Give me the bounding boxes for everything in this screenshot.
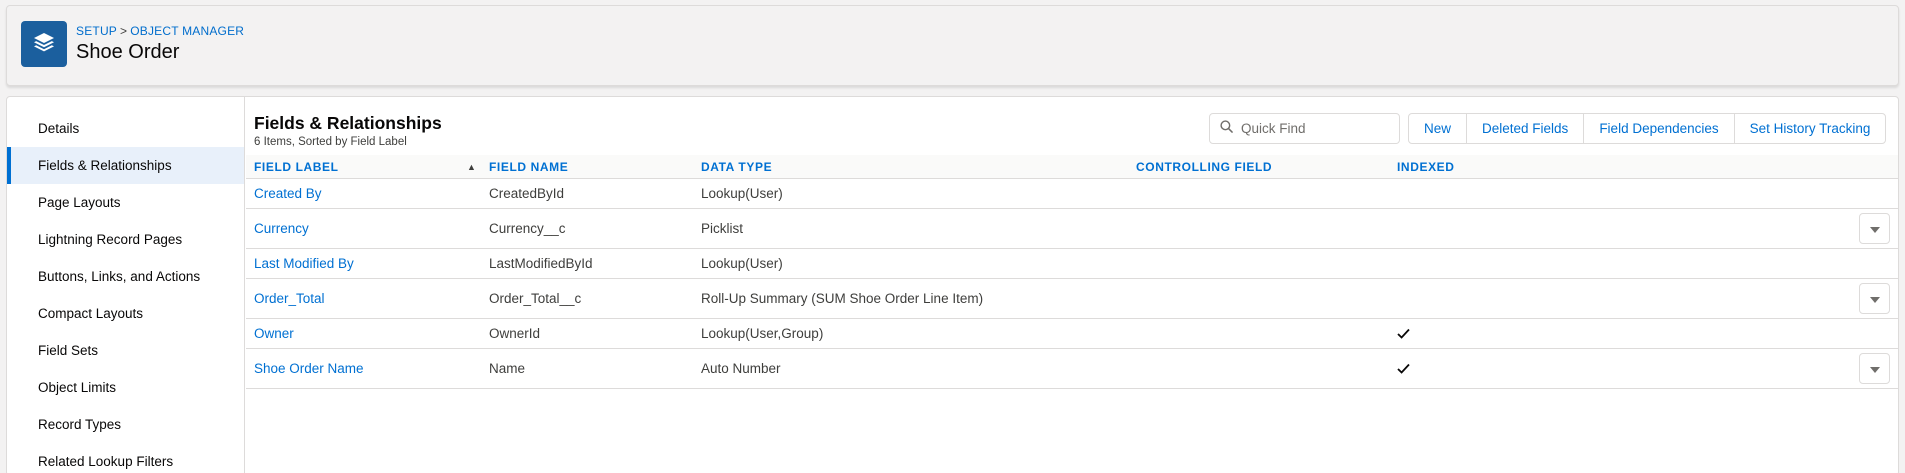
breadcrumb: SETUP > OBJECT MANAGER	[76, 24, 244, 38]
sidebar-item-lightning-record-pages[interactable]: Lightning Record Pages	[7, 221, 244, 258]
action-button-group: New Deleted Fields Field Dependencies Se…	[1408, 113, 1887, 144]
sidebar-item-details[interactable]: Details	[7, 110, 244, 147]
breadcrumb-separator: >	[120, 24, 128, 38]
field-label-link[interactable]: Owner	[254, 319, 294, 348]
chevron-down-icon	[1869, 220, 1880, 238]
sidebar-item-page-layouts[interactable]: Page Layouts	[7, 184, 244, 221]
indexed-check-icon	[1397, 349, 1410, 388]
field-name-cell: CreatedById	[489, 186, 565, 201]
row-actions-button[interactable]	[1859, 213, 1890, 244]
layers-icon	[32, 30, 56, 59]
fields-table: FIELD LABEL ▲ FIELD NAME DATA TYPE CONTR…	[246, 155, 1898, 389]
sidebar-item-record-types[interactable]: Record Types	[7, 406, 244, 443]
table-row: Last Modified By LastModifiedById Lookup…	[246, 249, 1898, 279]
sidebar-item-fields-relationships[interactable]: Fields & Relationships	[7, 147, 244, 184]
sidebar-item-buttons-links-actions[interactable]: Buttons, Links, and Actions	[7, 258, 244, 295]
deleted-fields-button[interactable]: Deleted Fields	[1466, 114, 1583, 143]
search-icon	[1220, 119, 1233, 138]
column-header-data-type[interactable]: DATA TYPE	[701, 155, 772, 179]
column-header-field-label[interactable]: FIELD LABEL	[254, 155, 339, 179]
field-label-link[interactable]: Currency	[254, 209, 309, 248]
breadcrumb-setup-link[interactable]: SETUP	[76, 24, 117, 38]
indexed-check-icon	[1397, 319, 1410, 348]
table-row: Order_Total Order_Total__c Roll-Up Summa…	[246, 279, 1898, 319]
table-header: FIELD LABEL ▲ FIELD NAME DATA TYPE CONTR…	[246, 155, 1898, 179]
field-label-link[interactable]: Last Modified By	[254, 249, 354, 278]
sort-ascending-icon: ▲	[467, 162, 476, 172]
section-subtitle: 6 Items, Sorted by Field Label	[254, 136, 407, 148]
sidebar-item-field-sets[interactable]: Field Sets	[7, 332, 244, 369]
field-name-cell: Currency__c	[489, 221, 566, 236]
page-title: Shoe Order	[76, 41, 180, 63]
data-type-cell: Roll-Up Summary (SUM Shoe Order Line Ite…	[701, 291, 984, 306]
set-history-tracking-button[interactable]: Set History Tracking	[1733, 114, 1886, 143]
table-row: Currency Currency__c Picklist	[246, 209, 1898, 249]
data-type-cell: Auto Number	[701, 361, 781, 376]
section-title: Fields & Relationships	[254, 113, 442, 133]
quick-find-box[interactable]	[1209, 113, 1400, 144]
data-type-cell: Lookup(User,Group)	[701, 326, 824, 341]
sidebar-item-related-lookup-filters[interactable]: Related Lookup Filters	[7, 443, 244, 473]
data-type-cell: Lookup(User)	[701, 186, 783, 201]
row-actions-button[interactable]	[1859, 353, 1890, 384]
data-type-cell: Lookup(User)	[701, 256, 783, 271]
row-actions-button[interactable]	[1859, 283, 1890, 314]
sidebar-item-compact-layouts[interactable]: Compact Layouts	[7, 295, 244, 332]
field-name-cell: Name	[489, 361, 526, 376]
table-row: Created By CreatedById Lookup(User)	[246, 179, 1898, 209]
quick-find-input[interactable]	[1241, 121, 1391, 136]
content-panel: Fields & Relationships 6 Items, Sorted b…	[246, 97, 1898, 473]
chevron-down-icon	[1869, 360, 1880, 378]
field-label-link[interactable]: Created By	[254, 179, 322, 208]
object-icon	[21, 21, 67, 67]
page-header: SETUP > OBJECT MANAGER Shoe Order	[6, 5, 1899, 86]
sidebar-nav: Details Fields & Relationships Page Layo…	[7, 97, 245, 473]
field-label-link[interactable]: Order_Total	[254, 279, 325, 318]
column-header-controlling-field[interactable]: CONTROLLING FIELD	[1136, 155, 1272, 179]
field-label-link[interactable]: Shoe Order Name	[254, 349, 364, 388]
breadcrumb-object-manager-link[interactable]: OBJECT MANAGER	[130, 24, 244, 38]
field-name-cell: Order_Total__c	[489, 291, 582, 306]
column-header-field-name[interactable]: FIELD NAME	[489, 155, 568, 179]
column-header-indexed[interactable]: INDEXED	[1397, 155, 1455, 179]
data-type-cell: Picklist	[701, 221, 744, 236]
main-card: Details Fields & Relationships Page Layo…	[6, 96, 1899, 473]
table-row: Shoe Order Name Name Auto Number	[246, 349, 1898, 389]
field-name-cell: OwnerId	[489, 326, 541, 341]
new-button[interactable]: New	[1409, 114, 1466, 143]
sidebar-item-object-limits[interactable]: Object Limits	[7, 369, 244, 406]
field-name-cell: LastModifiedById	[489, 256, 593, 271]
chevron-down-icon	[1869, 290, 1880, 308]
table-row: Owner OwnerId Lookup(User,Group)	[246, 319, 1898, 349]
field-dependencies-button[interactable]: Field Dependencies	[1583, 114, 1733, 143]
